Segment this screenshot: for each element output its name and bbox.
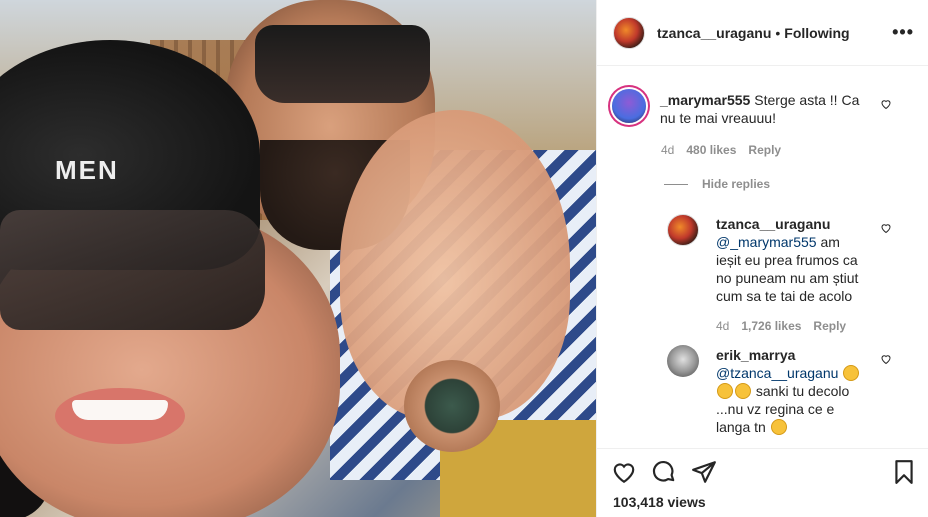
bookmark-icon[interactable] — [891, 459, 919, 487]
author-avatar[interactable] — [613, 16, 645, 49]
comment-likes[interactable]: 480 likes — [686, 143, 736, 157]
post-side-panel: tzanca__uraganu • Following ••• _marymar… — [596, 0, 928, 517]
author-username[interactable]: tzanca__uraganu — [657, 25, 771, 41]
hide-replies-label: Hide replies — [702, 177, 771, 191]
comment-icon[interactable] — [651, 459, 679, 487]
view-count: 103,418 views — [613, 494, 706, 510]
reply-username[interactable]: erik_marrya — [716, 347, 795, 363]
share-icon[interactable] — [691, 459, 719, 487]
hide-replies-button[interactable]: Hide replies — [664, 177, 770, 191]
post-actions: 103,418 views — [597, 448, 928, 517]
reply-likes[interactable]: 1,726 likes — [741, 319, 801, 333]
reply-item: erik_marrya @tzanca__uraganu sanki tu de… — [716, 346, 866, 436]
heart-icon[interactable] — [611, 459, 639, 487]
reply-mention[interactable]: @_marymar555 — [716, 234, 817, 250]
rofl-emoji-icon — [843, 365, 860, 381]
comment-like-icon[interactable] — [880, 98, 892, 113]
reply-like-icon[interactable] — [880, 353, 892, 368]
smile-emoji-icon — [770, 419, 787, 435]
rofl-emoji-icon — [735, 383, 751, 399]
reply-like-icon[interactable] — [880, 222, 892, 237]
comment-reply-button[interactable]: Reply — [748, 143, 781, 157]
post-header: tzanca__uraganu • Following ••• — [597, 0, 928, 66]
reply-reply-button[interactable]: Reply — [813, 319, 846, 333]
commenter-avatar[interactable] — [612, 89, 646, 123]
post-media[interactable]: MEN — [0, 0, 596, 517]
media-hat-text: MEN — [55, 155, 119, 185]
follow-status[interactable]: Following — [784, 25, 849, 41]
media-man-sunglasses — [255, 25, 430, 103]
more-horizontal-icon[interactable]: ••• — [892, 22, 914, 43]
post-viewer: MEN tzanca__uraganu • Following ••• _mar… — [0, 0, 928, 517]
reply-mention[interactable]: @tzanca__uraganu — [716, 365, 838, 381]
rofl-emoji-icon — [717, 383, 733, 399]
header-separator: • — [775, 24, 781, 41]
comment-meta: 4d 480 likes Reply — [661, 143, 781, 157]
comment-username[interactable]: _marymar555 — [660, 92, 750, 108]
reply-age[interactable]: 4d — [716, 319, 729, 333]
reply-item: tzanca__uraganu @_marymar555 am ieșit eu… — [716, 215, 866, 305]
comments-list[interactable]: _marymar555 Sterge asta !! Ca nu te mai v… — [597, 67, 928, 447]
hide-replies-line — [664, 183, 688, 185]
reply-avatar[interactable] — [667, 345, 699, 377]
comment-item: _marymar555 Sterge asta !! Ca nu te mai v… — [660, 91, 875, 127]
reply-meta: 4d 1,726 likes Reply — [716, 319, 846, 333]
comment-age[interactable]: 4d — [661, 143, 674, 157]
media-woman-sunglasses — [0, 210, 265, 330]
media-watch — [404, 360, 500, 452]
reply-username[interactable]: tzanca__uraganu — [716, 216, 830, 232]
reply-avatar[interactable] — [667, 214, 699, 246]
media-teeth — [72, 400, 168, 420]
